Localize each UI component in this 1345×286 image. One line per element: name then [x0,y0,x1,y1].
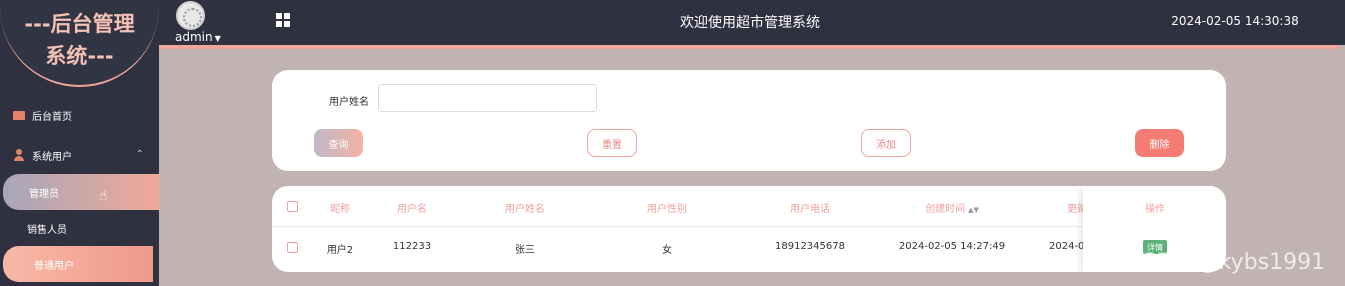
cell-phone: 18912345678 [775,241,845,252]
user-menu[interactable]: admin ▼ [175,30,221,44]
user-table: 昵称 用户名 用户姓名 用户性别 用户电话 创建时间 ▲▼ 更新 用户2 1122… [272,186,1226,272]
column-header-phone: 用户电话 [790,204,830,215]
sidebar-item-normal-users[interactable]: 普通用户 [3,246,153,282]
logo: ---后台管理 系统--- [0,0,159,87]
cell-username: 112233 [392,241,432,252]
sidebar-item-sales[interactable]: 销售人员 [0,210,159,246]
cell-realname: 张三 [515,245,535,256]
sidebar-item-system-users[interactable]: 系统用户 ⌃ [0,137,159,173]
query-button[interactable]: 查询 [314,129,363,157]
sidebar-item-label: 后台首页 [32,111,72,123]
hand-cursor-icon: ☝ [99,188,108,204]
column-header-gender: 用户性别 [647,204,687,215]
grid-menu-icon[interactable] [276,13,290,27]
search-panel: 用户姓名 查询 重置 添加 删除 [272,70,1226,171]
monitor-icon [13,110,25,120]
current-datetime: 2024-02-05 14:30:38 [1171,14,1299,28]
add-button[interactable]: 添加 [861,129,911,157]
user-icon [13,149,25,161]
cell-nickname: 用户2 [326,245,354,256]
sidebar-item-label: 系统用户 [32,151,72,163]
logo-line-2: 系统--- [45,44,114,68]
column-header-action: 操作 [1145,204,1165,215]
column-header-created[interactable]: 创建时间 ▲▼ [912,200,992,215]
sidebar-item-label: 管理员 [29,188,59,200]
cell-created: 2024-02-05 14:27:49 [898,241,1006,252]
select-all-checkbox[interactable] [287,201,298,212]
username-field-label: 用户姓名 [329,97,369,108]
delete-button[interactable]: 删除 [1135,129,1184,157]
chevron-up-icon: ⌃ [135,149,144,160]
sidebar-item-admin[interactable]: 管理员 [3,174,159,210]
sidebar-item-label: 普通用户 [34,260,74,272]
user-name: admin [175,30,213,44]
column-header-label: 创建时间 [925,204,966,215]
sidebar-item-home[interactable]: 后台首页 [0,97,159,133]
row-checkbox[interactable] [287,242,298,253]
top-bar: admin ▼ 欢迎使用超市管理系统 2024-02-05 14:30:38 [0,0,1345,45]
sidebar: ---后台管理 系统--- 后台首页 系统用户 ⌃ 管理员 销售人员 普通用户 [0,0,159,286]
username-search-input[interactable] [378,84,597,112]
sort-icon[interactable]: ▲▼ [968,206,979,214]
caret-down-icon: ▼ [214,34,221,43]
header-accent-line [159,45,1339,49]
system-title: 欢迎使用超市管理系统 [680,15,820,31]
column-header-nickname: 昵称 [330,204,350,215]
sidebar-item-label: 销售人员 [27,224,67,236]
column-header-username: 用户名 [397,204,427,215]
reset-button[interactable]: 重置 [587,129,637,157]
cell-gender: 女 [662,245,672,256]
avatar[interactable] [176,1,205,30]
column-header-realname: 用户姓名 [505,204,545,215]
watermark: CSDN @kybs1991 [1127,250,1326,275]
logo-line-1: ---后台管理 [24,12,135,36]
